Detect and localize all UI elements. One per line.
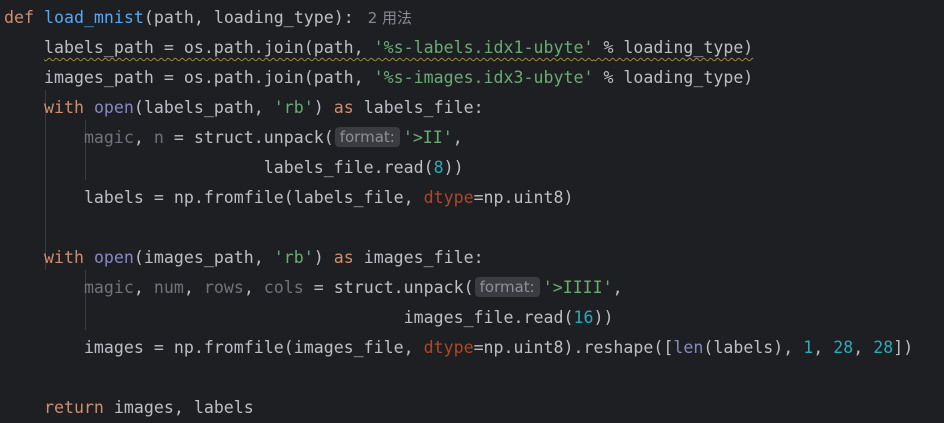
code-line-5: magic, n = struct.unpack(format: '>II', <box>4 123 463 153</box>
code-text: images, labels <box>103 398 254 417</box>
code-line-12: images = np.fromfile(images_file, dtype=… <box>4 333 913 363</box>
code-text: labels_file: <box>353 98 484 117</box>
builtin-open: open <box>93 98 134 117</box>
string-literal: 'rb' <box>273 98 314 117</box>
keyword-with: with <box>43 248 84 267</box>
unused-variable: num <box>153 278 184 297</box>
code-text: labels = np.fromfile(labels_file, <box>83 188 424 207</box>
code-text: images = np.fromfile(images_file, <box>83 338 424 357</box>
code-text: , <box>452 128 463 147</box>
code-line-7: labels = np.fromfile(labels_file, dtype=… <box>4 183 574 213</box>
number-literal: 28 <box>873 338 894 357</box>
code-line-3: images_path = os.path.join(path, '%s-ima… <box>4 63 753 93</box>
builtin-open: open <box>93 248 134 267</box>
code-text: )) <box>443 158 464 177</box>
code-text: images_file.read( <box>403 308 574 327</box>
code-text: labels_path = os.path.join(path, <box>43 38 374 57</box>
keyword-with: with <box>43 98 84 117</box>
code-editor[interactable]: def load_mnist(path, loading_type): 2 用法 … <box>0 0 944 420</box>
code-text: = struct.unpack( <box>303 278 474 297</box>
number-literal: 8 <box>433 158 444 177</box>
code-text: )) <box>593 308 614 327</box>
keyword-def: def <box>4 8 34 27</box>
string-literal: '>IIII' <box>542 278 613 297</box>
function-signature: (path, loading_type): <box>143 8 354 27</box>
code-line-9: with open(images_path, 'rb') as images_f… <box>43 248 484 267</box>
keyword-as: as <box>333 98 354 117</box>
number-literal: 28 <box>833 338 854 357</box>
parameter-hint-format: format: <box>474 277 540 297</box>
code-line-14: return images, labels <box>4 393 254 423</box>
code-line-2: labels_path = os.path.join(path, '%s-lab… <box>4 33 753 63</box>
code-text: , <box>133 128 154 147</box>
labels-path-statement[interactable]: labels_path = os.path.join(path, '%s-lab… <box>44 38 753 57</box>
builtin-len: len <box>673 338 704 357</box>
code-text: images_file: <box>353 248 484 267</box>
keyword-argument: dtype <box>423 188 474 207</box>
code-text: % loading_type) <box>593 68 754 87</box>
code-text: , <box>853 338 874 357</box>
code-text: , <box>183 278 204 297</box>
code-line-6: labels_file.read(8)) <box>4 153 464 183</box>
code-text: (images_path, <box>133 248 274 267</box>
string-literal: '>II' <box>402 128 453 147</box>
function-name[interactable]: load_mnist <box>44 8 144 27</box>
keyword-argument: dtype <box>423 338 474 357</box>
unused-variable: magic <box>83 278 134 297</box>
keyword-return: return <box>43 398 104 417</box>
parameter-hint-format: format: <box>334 127 400 147</box>
string-literal: 'rb' <box>273 248 314 267</box>
unused-variable: rows <box>203 278 244 297</box>
number-literal: 1 <box>803 338 814 357</box>
code-line-10: magic, num, rows, cols = struct.unpack(f… <box>4 273 623 303</box>
code-text: images_path = os.path.join(path, <box>43 68 374 87</box>
keyword-as: as <box>333 248 354 267</box>
unused-variable: magic <box>83 128 134 147</box>
code-text: , <box>243 278 264 297</box>
code-text: ]) <box>893 338 914 357</box>
code-text: =np.uint8) <box>473 188 574 207</box>
code-line-1: def load_mnist(path, loading_type): 2 用法 <box>4 3 412 33</box>
code-line-4: with open(labels_path, 'rb') as labels_f… <box>43 98 484 117</box>
code-line-11: images_file.read(16)) <box>4 303 614 333</box>
code-text: labels_file.read( <box>263 158 434 177</box>
code-text: = struct.unpack( <box>163 128 334 147</box>
code-text: , <box>612 278 623 297</box>
unused-variable: cols <box>263 278 304 297</box>
code-text: (labels), <box>703 338 804 357</box>
string-literal: '%s-labels.idx1-ubyte' <box>373 38 594 57</box>
string-literal: '%s-images.idx3-ubyte' <box>373 68 594 87</box>
code-text: , <box>133 278 154 297</box>
code-text: (labels_path, <box>133 98 274 117</box>
code-text: , <box>813 338 834 357</box>
usages-hint[interactable]: 2 用法 <box>368 9 412 27</box>
code-text: =np.uint8).reshape([ <box>473 338 674 357</box>
number-literal: 16 <box>573 308 594 327</box>
code-text: % loading_type) <box>593 38 754 57</box>
unused-variable: n <box>153 128 164 147</box>
